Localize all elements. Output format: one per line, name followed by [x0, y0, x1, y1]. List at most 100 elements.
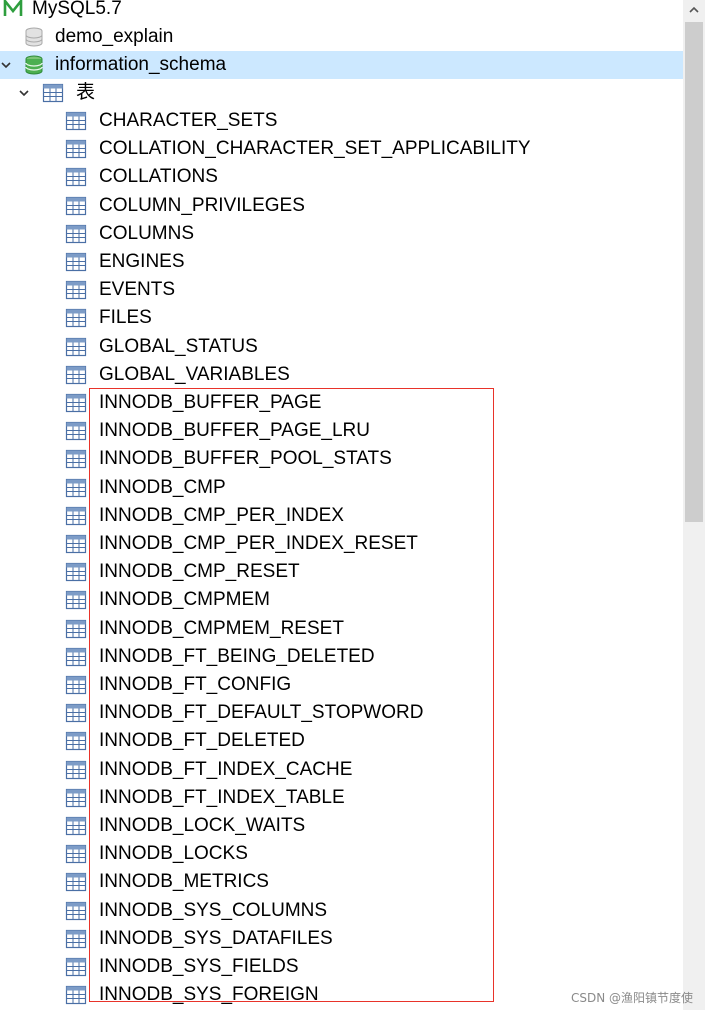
table-icon	[65, 309, 87, 328]
table-name: INNODB_CMPMEM	[99, 589, 271, 611]
tree-item-database-information-schema[interactable]: information_schema	[0, 51, 683, 79]
table-row[interactable]: INNODB_CMP	[0, 474, 683, 502]
table-icon	[65, 337, 87, 356]
table-row[interactable]: COLUMNS	[0, 220, 683, 248]
table-name: INNODB_BUFFER_PAGE	[99, 392, 322, 413]
table-icon	[65, 111, 87, 131]
table-row[interactable]: INNODB_FT_INDEX_TABLE	[0, 784, 683, 812]
table-row[interactable]: INNODB_CMP_PER_INDEX	[0, 502, 683, 530]
table-name: INNODB_FT_BEING_DELETED	[99, 645, 375, 667]
chevron-down-icon[interactable]	[0, 59, 12, 71]
connection-label: MySQL5.7	[32, 0, 122, 19]
table-icon	[65, 224, 87, 243]
tree-item-database-demo-explain[interactable]: demo_explain	[0, 23, 683, 51]
table-name: INNODB_BUFFER_POOL_STATS	[99, 448, 392, 470]
table-icon	[65, 704, 87, 723]
table-row[interactable]: INNODB_FT_INDEX_CACHE	[0, 756, 683, 784]
watermark: CSDN @渔阳镇节度使	[570, 991, 693, 1005]
table-name: INNODB_CMP	[99, 476, 226, 498]
table-name: INNODB_FT_INDEX_CACHE	[99, 758, 353, 780]
table-row[interactable]: INNODB_CMP_RESET	[0, 558, 683, 586]
tables-group-label: 表	[76, 82, 96, 103]
table-name: INNODB_FT_INDEX_TABLE	[99, 786, 345, 808]
table-name: INNODB_LOCKS	[99, 843, 248, 865]
database-icon	[25, 27, 43, 47]
table-name: INNODB_METRICS	[99, 871, 269, 893]
scrollbar-thumb[interactable]	[685, 22, 703, 522]
table-row[interactable]: EVENTS	[0, 276, 683, 304]
mysql-connection-icon	[3, 0, 23, 18]
table-row[interactable]: INNODB_BUFFER_POOL_STATS	[0, 445, 683, 473]
table-row[interactable]: INNODB_FT_DELETED	[0, 727, 683, 755]
table-name: INNODB_SYS_COLUMNS	[99, 899, 328, 921]
table-icon	[65, 760, 87, 779]
table-name: INNODB_FT_CONFIG	[99, 674, 292, 695]
table-name: INNODB_FT_DELETED	[99, 730, 305, 752]
table-name: GLOBAL_STATUS	[99, 335, 258, 357]
table-row[interactable]: INNODB_FT_BEING_DELETED	[0, 643, 683, 671]
table-icon	[65, 732, 87, 751]
table-row[interactable]: INNODB_BUFFER_PAGE	[0, 389, 683, 417]
table-icon	[65, 422, 87, 441]
table-icon	[65, 365, 87, 384]
vertical-scrollbar[interactable]	[683, 0, 705, 1010]
scroll-up-button[interactable]	[683, 0, 705, 20]
table-icon	[65, 450, 87, 469]
object-tree: MySQL5.7 demo_explain information_schema…	[0, 0, 683, 1010]
table-row[interactable]: INNODB_FT_CONFIG	[0, 671, 683, 699]
table-row[interactable]: INNODB_SYS_COLUMNS	[0, 897, 683, 925]
table-row[interactable]: INNODB_LOCK_WAITS	[0, 812, 683, 840]
table-name: CHARACTER_SETS	[99, 110, 278, 131]
table-name: INNODB_CMPMEM_RESET	[99, 617, 344, 639]
table-row[interactable]: INNODB_CMPMEM_RESET	[0, 615, 683, 643]
table-icon	[65, 252, 87, 272]
table-name: COLLATIONS	[99, 166, 218, 188]
table-row[interactable]: INNODB_CMP_PER_INDEX_RESET	[0, 530, 683, 558]
table-icon	[65, 901, 87, 920]
table-name: INNODB_CMP_PER_INDEX	[99, 504, 344, 526]
table-name: GLOBAL_VARIABLES	[99, 363, 290, 385]
table-icon	[65, 140, 87, 159]
table-row[interactable]: CHARACTER_SETS	[0, 107, 683, 135]
table-name: ENGINES	[99, 251, 185, 272]
table-icon	[65, 281, 87, 300]
table-icon	[65, 788, 87, 807]
table-icon	[65, 563, 87, 582]
table-name: FILES	[99, 307, 152, 329]
table-row[interactable]: COLLATION_CHARACTER_SET_APPLICABILITY	[0, 135, 683, 163]
table-icon	[65, 957, 87, 977]
table-row[interactable]: COLUMN_PRIVILEGES	[0, 192, 683, 220]
table-row[interactable]: INNODB_FT_DEFAULT_STOPWORD	[0, 699, 683, 727]
table-row[interactable]: INNODB_SYS_DATAFILES	[0, 925, 683, 953]
table-name: INNODB_FT_DEFAULT_STOPWORD	[99, 702, 424, 724]
table-row[interactable]: GLOBAL_STATUS	[0, 333, 683, 361]
table-name: EVENTS	[99, 279, 176, 301]
table-name: INNODB_CMP_RESET	[99, 561, 300, 583]
database-label: information_schema	[55, 54, 227, 75]
table-icon	[65, 478, 87, 497]
chevron-down-icon[interactable]	[18, 87, 30, 99]
table-icon	[65, 873, 87, 892]
table-icon	[65, 506, 87, 525]
table-row[interactable]: ENGINES	[0, 248, 683, 276]
table-row[interactable]: INNODB_SYS_FIELDS	[0, 953, 683, 981]
table-icon	[65, 619, 87, 638]
table-icon	[65, 196, 87, 215]
table-name: COLUMNS	[99, 222, 195, 244]
tree-item-connection[interactable]: MySQL5.7	[0, 0, 683, 23]
table-row[interactable]: INNODB_CMPMEM	[0, 586, 683, 614]
table-group-icon	[42, 83, 64, 103]
table-name: COLLATION_CHARACTER_SET_APPLICABILITY	[99, 138, 531, 160]
tree-item-tables-group[interactable]: 表	[0, 79, 683, 107]
table-row[interactable]: INNODB_METRICS	[0, 868, 683, 896]
table-row[interactable]: GLOBAL_VARIABLES	[0, 361, 683, 389]
table-icon	[65, 591, 87, 610]
table-row[interactable]: FILES	[0, 304, 683, 332]
table-row[interactable]: INNODB_LOCKS	[0, 840, 683, 868]
table-name: INNODB_BUFFER_PAGE_LRU	[99, 420, 370, 442]
table-name: INNODB_SYS_FIELDS	[99, 956, 299, 977]
navicat-object-tree-window: MySQL5.7 demo_explain information_schema…	[0, 0, 705, 1010]
table-name: INNODB_SYS_DATAFILES	[99, 927, 333, 949]
table-row[interactable]: COLLATIONS	[0, 163, 683, 191]
table-row[interactable]: INNODB_BUFFER_PAGE_LRU	[0, 417, 683, 445]
